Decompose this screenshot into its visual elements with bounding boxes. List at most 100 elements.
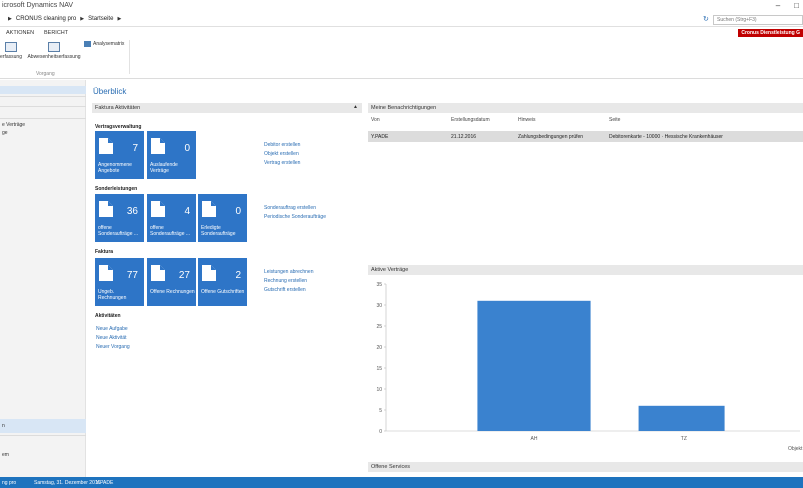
tile-value: 4 [184, 206, 190, 217]
nav-divider [0, 118, 86, 119]
analysis-matrix-button[interactable]: Analysematrix [84, 41, 124, 47]
document-icon [99, 138, 113, 154]
status-bar: ng pro Samstag, 31. Dezember 2016 Y.PADE [0, 477, 803, 488]
refresh-icon[interactable]: ↻ [703, 15, 709, 23]
document-icon [151, 265, 165, 281]
y-tick-label: 0 [379, 429, 382, 435]
nav-selected-group[interactable] [0, 419, 86, 433]
y-tick-label: 15 [376, 366, 382, 372]
link-rechnung[interactable]: Rechnung erstellen [264, 278, 307, 284]
breadcrumb-arrow-icon: ▶ [80, 16, 85, 22]
column-header-seite[interactable]: Seite [609, 117, 620, 123]
tile-ungebuchte-rechnungen[interactable]: 77 Ungeb. Rechnungen [95, 258, 144, 306]
navigation-pane: e Verträge ge n em [0, 80, 86, 477]
section-sonderleistungen: Sonderleistungen [95, 186, 138, 192]
link-vertrag[interactable]: Vertrag erstellen [264, 160, 300, 166]
tile-label: Offene Rechnungen [150, 289, 195, 295]
column-header-hinweis[interactable]: Hinweis [518, 117, 536, 123]
y-tick-label: 5 [379, 408, 382, 414]
y-tick-label: 30 [376, 303, 382, 309]
y-tick-label: 20 [376, 345, 382, 351]
company-badge: Cronus Dienstleistung G [738, 29, 803, 37]
tile-label: Erledigte Sonderaufträge [201, 225, 236, 237]
x-axis-fragment: Objekt [788, 446, 803, 452]
matrix-icon [84, 41, 91, 47]
maximize-icon[interactable]: □ [794, 1, 799, 10]
chart-bar [638, 405, 725, 431]
ribbon-group-label: Vorgang [36, 71, 55, 77]
contracts-panel-header[interactable]: Aktive Verträge [368, 265, 803, 275]
link-sonderauftrag[interactable]: Sonderauftrag erstellen [264, 205, 316, 211]
notifications-panel-header[interactable]: Meine Benachrichtigungen [368, 103, 803, 113]
documents-icon [99, 201, 113, 217]
notifications-panel-title: Meine Benachrichtigungen [371, 105, 437, 111]
nav-selected-item[interactable] [0, 86, 86, 94]
search-input[interactable]: Suchen (Strg+F3) [713, 15, 803, 25]
time-entry-icon [5, 42, 17, 52]
column-header-datum[interactable]: Erstellungsdatum [451, 117, 490, 123]
page-title: Überblick [93, 87, 127, 96]
tab-bericht[interactable]: BERICHT [44, 30, 68, 36]
tile-angebote[interactable]: 7 Angenommene Angebote [95, 131, 144, 179]
collapse-icon[interactable]: ▲ [353, 104, 358, 110]
link-leistungen[interactable]: Leistungen abrechnen [264, 269, 314, 275]
link-gutschrift[interactable]: Gutschrift erstellen [264, 287, 306, 293]
title-bar: icrosoft Dynamics NAV – □ [0, 0, 803, 13]
nav-item-2[interactable]: ge [2, 130, 8, 136]
tile-label: offene Sonderaufträge ... [150, 225, 191, 237]
tile-value: 36 [126, 206, 138, 217]
window-controls: – □ [776, 1, 799, 10]
ribbon-tabs: AKTIONEN BERICHT Cronus Dienstleistung G [0, 28, 803, 38]
breadcrumb-arrow-icon: ▶ [117, 16, 122, 22]
link-objekt[interactable]: Objekt erstellen [264, 151, 299, 157]
services-panel-title: Offene Services [371, 464, 411, 470]
minimize-icon[interactable]: – [776, 1, 780, 10]
nav-item-3[interactable]: n [2, 423, 5, 429]
tile-sonder-offen-2[interactable]: 4 offene Sonderaufträge ... [147, 194, 196, 242]
nav-divider [0, 435, 86, 436]
link-debitor[interactable]: Debitor erstellen [264, 142, 300, 148]
breadcrumb-page[interactable]: Startseite [88, 16, 113, 22]
nav-item-4[interactable]: em [2, 452, 9, 458]
faktura-panel-title: Faktura Aktivitäten [95, 105, 141, 111]
calendar-icon [48, 42, 60, 52]
link-neuer-vorgang[interactable]: Neuer Vorgang [96, 344, 130, 350]
bar-chart: 0 5 10 15 20 25 30 35 AH TZ [376, 282, 800, 442]
tab-aktionen[interactable]: AKTIONEN [6, 30, 34, 36]
erfassung-label: erfassung [0, 54, 22, 60]
nav-divider [0, 96, 86, 97]
documents-icon [99, 265, 113, 281]
services-panel-header[interactable]: Offene Services [368, 462, 803, 472]
tile-vertraege[interactable]: 0 Auslaufende Verträge [147, 131, 196, 179]
ribbon: erfassung Abwesenheitserfassung Analysem… [0, 38, 803, 79]
faktura-panel-header[interactable]: Faktura Aktivitäten ▲ [92, 103, 362, 113]
column-header-von[interactable]: Von [371, 117, 380, 123]
tile-value: 7 [132, 143, 138, 154]
nav-item-vertraege[interactable]: e Verträge [2, 122, 25, 128]
link-neue-aufgabe[interactable]: Neue Aufgabe [96, 326, 128, 332]
document-icon [202, 265, 216, 281]
tile-offene-rechnungen[interactable]: 27 Offene Rechnungen [147, 258, 196, 306]
breadcrumb-company[interactable]: CRONUS cleaning pro [16, 16, 76, 22]
tile-value: 27 [178, 270, 190, 281]
tile-label: offene Sonderaufträge ... [98, 225, 139, 237]
tile-offene-gutschriften[interactable]: 2 Offene Gutschriften [198, 258, 247, 306]
tile-label: Offene Gutschriften [201, 289, 245, 295]
section-faktura: Faktura [95, 249, 114, 255]
tile-sonder-erledigt[interactable]: 0 Erledigte Sonderaufträge [198, 194, 247, 242]
erfassung-button[interactable]: erfassung [0, 42, 22, 60]
link-neue-aktivitaet[interactable]: Neue Aktivität [96, 335, 127, 341]
tile-value: 0 [235, 206, 241, 217]
cell-hinweis: Zahlungsbedingungen prüfen [518, 134, 584, 140]
ribbon-divider [129, 40, 130, 74]
tile-sonder-offen[interactable]: 36 offene Sonderaufträge ... [95, 194, 144, 242]
breadcrumb-arrow-icon: ▶ [8, 16, 12, 22]
table-row[interactable]: Y.PADE 21.12.2016 Zahlungsbedingungen pr… [368, 131, 803, 142]
contracts-chart: 0 5 10 15 20 25 30 35 AH TZ [368, 276, 803, 456]
link-periodisch[interactable]: Periodische Sonderaufträge [264, 214, 326, 220]
cell-von: Y.PADE [371, 134, 389, 140]
breadcrumb: ▶ CRONUS cleaning pro ▶ Startseite ▶ [8, 16, 121, 22]
absence-entry-label: Abwesenheitserfassung [27, 54, 81, 60]
absence-entry-button[interactable]: Abwesenheitserfassung [25, 42, 83, 60]
cell-datum: 21.12.2016 [451, 134, 477, 140]
